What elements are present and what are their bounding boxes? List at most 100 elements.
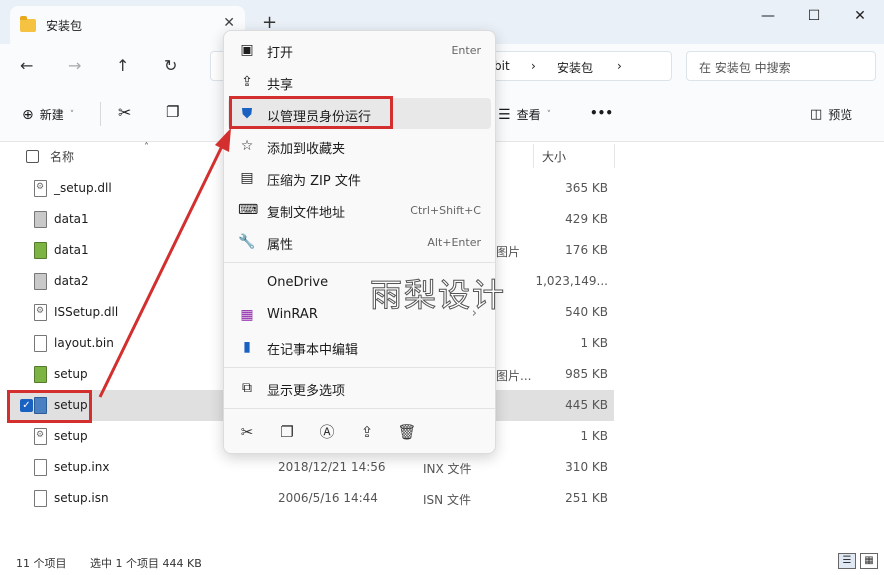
file-size: 540 KB <box>565 305 608 319</box>
close-window-button[interactable]: ✕ <box>840 4 880 30</box>
notepad-icon: ▮ <box>243 339 251 355</box>
menu-item-properties[interactable]: 🔧 属性 Alt+Enter <box>228 226 491 257</box>
file-size: 251 KB <box>565 491 608 505</box>
menu-item-label: 打开 <box>267 46 294 61</box>
ini-file-icon <box>34 428 47 445</box>
column-header-size[interactable]: 大小 <box>542 148 566 165</box>
menu-item-show-more[interactable]: ⧉ 显示更多选项 <box>228 372 491 403</box>
maximize-button[interactable]: ☐ <box>794 4 834 30</box>
folder-icon <box>20 15 36 32</box>
file-name: setup.isn <box>54 491 109 505</box>
menu-item-share[interactable]: ⇪ 共享 <box>228 66 491 97</box>
menu-item-shortcut: Enter <box>451 44 481 57</box>
copy-icon[interactable]: ❐ <box>275 421 299 443</box>
tab-install-package[interactable]: 安装包 ✕ <box>10 6 245 44</box>
image-file-icon <box>34 366 47 383</box>
view-label: 查看 <box>516 108 541 122</box>
menu-item-shortcut: Ctrl+Shift+C <box>410 204 481 217</box>
menu-item-compress-zip[interactable]: ▤ 压缩为 ZIP 文件 <box>228 162 491 193</box>
file-size: 1 KB <box>580 429 608 443</box>
details-view-icon[interactable]: ☰ <box>838 553 856 569</box>
share-icon: ⇪ <box>241 74 253 90</box>
selection-info: 选中 1 个项目 444 KB <box>90 557 202 570</box>
cab-file-icon <box>34 273 47 290</box>
menu-item-open[interactable]: ▣ 打开 Enter <box>228 34 491 65</box>
table-row[interactable]: setup.inx 2018/12/21 14:56 INX 文件 310 KB <box>8 452 614 483</box>
chevron-down-icon: ˅ <box>69 109 75 120</box>
menu-item-label: 属性 <box>267 238 294 253</box>
menu-item-add-favorites[interactable]: ☆ 添加到收藏夹 <box>228 130 491 161</box>
new-button[interactable]: ⊕ 新建 ˅ <box>22 106 74 123</box>
new-label: 新建 <box>39 108 64 122</box>
preview-pane-button[interactable]: ◫ 预览 <box>810 106 852 123</box>
tiles-view-icon[interactable]: ▦ <box>860 553 878 569</box>
file-size: 310 KB <box>565 460 608 474</box>
menu-item-label: 共享 <box>267 78 294 93</box>
file-name: data1 <box>54 212 89 226</box>
file-type: 图片 <box>496 245 521 259</box>
breadcrumb-item[interactable]: 安装包 <box>557 59 593 76</box>
file-size: 1 KB <box>580 336 608 350</box>
wrench-icon: 🔧 <box>238 234 256 250</box>
image-file-icon <box>34 242 47 259</box>
dll-file-icon <box>34 304 47 321</box>
plus-circle-icon: ⊕ <box>22 106 34 123</box>
delete-icon[interactable]: 🗑 <box>395 421 419 443</box>
watermark: 雨梨设计 <box>369 276 507 315</box>
menu-item-label: 在记事本中编辑 <box>267 343 359 358</box>
menu-divider <box>224 367 495 368</box>
dll-file-icon <box>34 180 47 197</box>
menu-item-label: 显示更多选项 <box>267 384 346 399</box>
back-arrow-icon[interactable]: ← <box>20 56 33 75</box>
forward-arrow-icon[interactable]: → <box>68 56 81 75</box>
item-count: 11 个项目 <box>16 557 67 570</box>
file-name: data1 <box>54 243 89 257</box>
menu-item-edit-notepad[interactable]: ▮ 在记事本中编辑 <box>228 331 491 362</box>
copy-path-icon: ⌨ <box>238 202 259 218</box>
menu-divider <box>224 262 495 263</box>
file-name: setup <box>54 429 88 443</box>
breadcrumb-item[interactable]: bit <box>494 59 510 73</box>
copy-icon[interactable]: ❐ <box>166 103 179 121</box>
cab-file-icon <box>34 211 47 228</box>
more-options-button[interactable]: ••• <box>590 106 613 120</box>
preview-pane-icon: ◫ <box>810 107 823 122</box>
file-size: 176 KB <box>565 243 608 257</box>
cut-icon[interactable]: ✂ <box>235 421 259 443</box>
tab-close-button[interactable]: ✕ <box>223 15 235 31</box>
view-button[interactable]: ☰ 查看 ˅ <box>498 106 551 123</box>
zip-icon: ▤ <box>240 170 254 186</box>
cut-icon[interactable]: ✂ <box>118 103 131 122</box>
menu-item-label: WinRAR <box>267 307 318 322</box>
column-divider <box>614 144 615 168</box>
generic-file-icon <box>34 490 47 507</box>
file-type: 图片... <box>496 369 532 383</box>
search-input[interactable]: 在 安装包 中搜索 <box>686 51 876 81</box>
status-bar: 11 个项目 选中 1 个项目 444 KB ☰ ▦ <box>0 545 884 575</box>
select-all-checkbox[interactable] <box>26 150 39 163</box>
minimize-button[interactable]: — <box>748 4 788 30</box>
up-arrow-icon[interactable]: ↑ <box>116 56 129 75</box>
refresh-icon[interactable]: ↻ <box>164 56 177 75</box>
chevron-down-icon: ˅ <box>546 109 552 120</box>
toolbar-divider <box>100 102 101 126</box>
file-name: _setup.dll <box>54 181 112 195</box>
menu-item-copy-path[interactable]: ⌨ 复制文件地址 Ctrl+Shift+C <box>228 194 491 225</box>
menu-divider <box>224 408 495 409</box>
file-type: INX 文件 <box>423 462 472 476</box>
table-row[interactable]: setup.isn 2006/5/16 14:44 ISN 文件 251 KB <box>8 483 614 514</box>
generic-file-icon <box>34 459 47 476</box>
generic-file-icon <box>34 335 47 352</box>
file-size: 1,023,149... <box>535 274 608 288</box>
open-icon: ▣ <box>240 42 254 58</box>
star-icon: ☆ <box>240 138 254 154</box>
highlight-box-setup <box>7 390 92 423</box>
column-header-name[interactable]: 名称 <box>50 148 74 165</box>
share-icon[interactable]: ⇪ <box>355 421 379 443</box>
menu-item-shortcut: Alt+Enter <box>427 236 481 249</box>
rename-icon[interactable]: Ⓐ <box>315 421 339 443</box>
column-divider <box>533 144 534 168</box>
preview-label: 预览 <box>828 108 853 122</box>
file-size: 445 KB <box>565 398 608 412</box>
file-name: setup.inx <box>54 460 110 474</box>
